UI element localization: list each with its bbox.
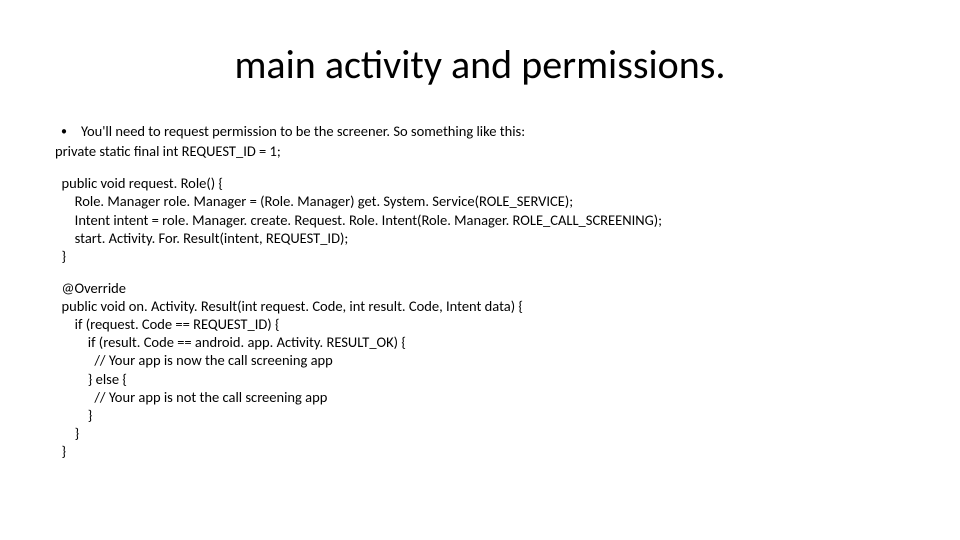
code-block-2: @Override public void on. Activity. Resu… (55, 279, 905, 460)
code-line-private: private static final int REQUEST_ID = 1; (55, 142, 905, 160)
body-content: • You'll need to request permission to be… (55, 122, 905, 460)
bullet-text: You'll need to request permission to be … (81, 122, 525, 140)
slide: main activity and permissions. • You'll n… (0, 0, 960, 540)
page-title: main activity and permissions. (0, 40, 960, 89)
spacer (55, 160, 905, 174)
spacer (55, 265, 905, 279)
bullet-row: • You'll need to request permission to be… (55, 122, 905, 140)
bullet-icon: • (61, 125, 67, 140)
code-block-1: public void request. Role() { Role. Mana… (55, 174, 905, 265)
